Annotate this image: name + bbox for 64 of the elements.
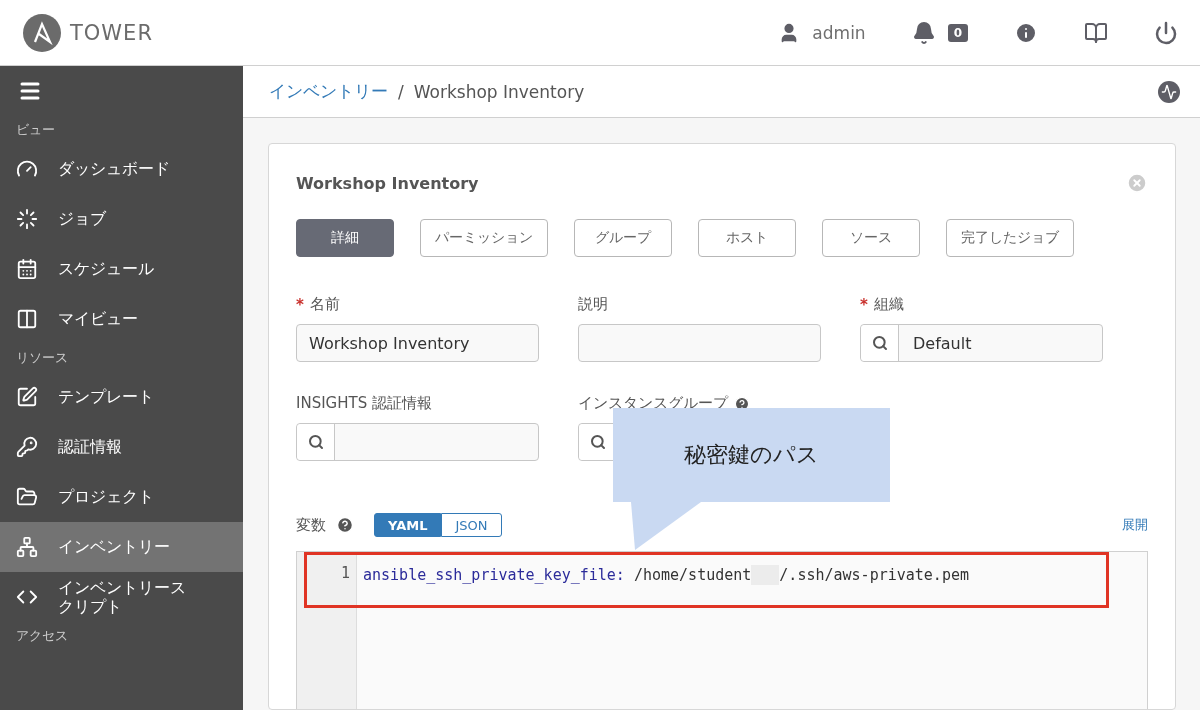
sidebar-item[interactable]: スケジュール (0, 244, 243, 294)
bell-icon[interactable] (911, 20, 936, 45)
power-icon[interactable] (1154, 20, 1178, 45)
tab[interactable]: パーミッション (420, 219, 548, 257)
logo-icon (22, 12, 62, 53)
callout-pointer-icon (631, 502, 701, 550)
breadcrumb-link[interactable]: インベントリー (269, 80, 388, 103)
nav-icon (16, 386, 38, 408)
search-button[interactable] (297, 424, 335, 460)
code-value: /.ssh/aws-private.pem (779, 566, 969, 584)
code-value: /home/student (633, 566, 752, 584)
field-label: INSIGHTS 認証情報 (296, 394, 432, 413)
required-mark: * (296, 295, 304, 314)
code-key: ansible_ssh_private_key_file: (363, 566, 625, 584)
nav-icon (16, 308, 38, 330)
activity-icon[interactable] (1158, 80, 1180, 103)
sidebar-item[interactable]: テンプレート (0, 372, 243, 422)
mode-toggle[interactable]: JSON (441, 513, 502, 537)
section-title: リソース (15, 349, 69, 367)
text-field[interactable]: Workshop Inventory (296, 324, 539, 362)
nav-icon (16, 258, 38, 280)
section-title: ビュー (15, 121, 56, 139)
sidebar-item[interactable]: インベントリー (0, 522, 243, 572)
breadcrumb-current: Workshop Inventory (413, 81, 585, 102)
notification-count: 0 (947, 23, 968, 42)
tab[interactable]: ホスト (698, 219, 796, 257)
user-name[interactable]: admin (812, 22, 866, 43)
sidebar-item[interactable]: プロジェクト (0, 472, 243, 522)
required-mark: * (860, 295, 868, 314)
tab[interactable]: 詳細 (296, 219, 394, 257)
lookup-field[interactable] (296, 423, 539, 461)
nav-icon (16, 208, 38, 230)
tab[interactable]: ソース (822, 219, 920, 257)
code-editor[interactable]: 1 ansible_ssh_private_key_file: /home/student /.ssh/aws-private.pem (296, 551, 1148, 709)
card-title: Workshop Inventory (296, 173, 479, 193)
sidebar-item[interactable]: ジョブ (0, 194, 243, 244)
book-icon[interactable] (1084, 20, 1108, 45)
lookup-field[interactable]: Default (860, 324, 1103, 362)
search-icon (871, 335, 888, 351)
nav-icon (16, 436, 38, 458)
field-label: 組織 (873, 295, 904, 314)
search-icon (589, 434, 606, 450)
search-button[interactable] (861, 325, 899, 361)
sidebar-item[interactable]: マイビュー (0, 294, 243, 344)
nav-icon (16, 486, 38, 508)
logo-text: TOWER (70, 20, 153, 45)
field-label: 変数 (296, 515, 326, 535)
help-icon[interactable] (336, 516, 354, 534)
mode-toggle[interactable]: YAML (374, 513, 442, 537)
section-title: アクセス (15, 627, 69, 645)
tab[interactable]: 完了したジョブ (946, 219, 1074, 257)
field-value: Default (912, 332, 973, 355)
expand-link[interactable]: 展開 (1122, 516, 1148, 534)
nav-icon (16, 536, 38, 558)
breadcrumb-separator: / (398, 81, 404, 102)
tab[interactable]: グループ (574, 219, 672, 257)
sidebar-item[interactable]: 認証情報 (0, 422, 243, 472)
text-field[interactable] (578, 324, 821, 362)
field-label: 説明 (578, 295, 608, 314)
search-icon (307, 434, 324, 450)
field-label: 名前 (309, 295, 340, 314)
sidebar-item[interactable]: ダッシュボード (0, 144, 243, 194)
sidebar-item[interactable]: インベントリースクリプト (0, 572, 243, 622)
line-number: 1 (339, 564, 351, 584)
